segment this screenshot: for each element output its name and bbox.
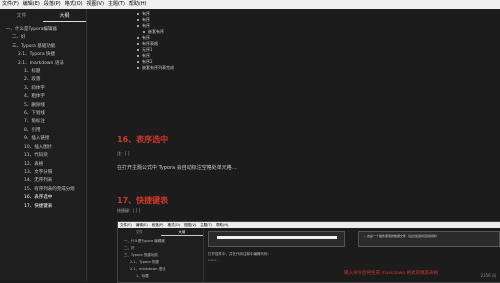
ordered-list: 有序 有序 有序 嵌套有序 有序 有序表格 无序1 有序 有序2 嵌套有序列表完成: [87, 9, 500, 71]
section-16-paragraph: 在打开主题公式中 Typora 会自动标注空格处单元格…: [117, 165, 237, 171]
embedded-outline-item: 1、标题: [136, 274, 149, 278]
outline-item[interactable]: 1、标题: [0, 68, 86, 76]
bullet-icon: [137, 49, 139, 51]
bullet-icon: [143, 31, 145, 33]
embedded-info-text: — 这是一个插件使用的数据文件（后台加载时自动替换）: [363, 234, 439, 238]
outline-item[interactable]: 16、表序选中: [0, 194, 86, 202]
section-17-note: 快捷键：| [ ]: [117, 208, 141, 213]
outline-item[interactable]: 三、Typora 基础功能: [0, 43, 86, 51]
embedded-text-line: 打开插件中，并在代码注释中编辑代码：: [208, 252, 271, 256]
outline-item[interactable]: 9、插入链接: [0, 135, 86, 143]
embedded-screenshot: 文件(F) 编辑(E) 段落(P) 格式(O) 视图(V) 主题(T) 帮助(H) 文件 大…: [117, 221, 500, 283]
tab-files[interactable]: 文件: [0, 10, 43, 22]
embedded-main: — 这是一个插件使用的数据文件（后台加载时自动替换） 打开插件中，并在代码注释中…: [204, 228, 500, 282]
embedded-tab-outline: 大纲: [160, 228, 203, 236]
list-item-text: 有序表格: [142, 41, 158, 46]
section-17-heading: 17、快捷键表: [117, 196, 169, 205]
list-item-text: 无序1: [142, 47, 153, 52]
editor-main[interactable]: 有序 有序 有序 嵌套有序 有序 有序表格 无序1 有序 有序2 嵌套有序列表完成 16、表序选中…: [87, 9, 500, 283]
list-item: 嵌套有序列表完成: [137, 65, 500, 71]
outline-item[interactable]: 4、粗体字: [0, 93, 86, 101]
bullet-icon: [137, 61, 139, 63]
embedded-outline: 一、什么是Typora 编辑器 二、好三、Typora 快捷功能 2.1、Typor…: [118, 236, 203, 280]
outline-item[interactable]: 11、代码块: [0, 152, 86, 160]
bullet-icon: [137, 55, 139, 57]
embedded-red-caption: 输入命令后将生成 markdown 格式的精美表格: [344, 271, 439, 276]
bullet-icon: [137, 67, 139, 69]
menu-help[interactable]: 帮助(H): [127, 0, 149, 9]
menu-bar: 文件(F) 编辑(E) 段落(P) 格式(O) 视图(V) 主题(T) 帮助(H…: [0, 0, 500, 9]
sidebar-tabs: 文件 大纲: [0, 10, 86, 22]
list-item-text: 有序: [142, 23, 150, 28]
outline-item[interactable]: 2、段落: [0, 76, 86, 84]
embedded-code-line: sumo …: [208, 258, 221, 262]
outline-item[interactable]: 7、角标注: [0, 118, 86, 126]
embedded-sidebar: 文件 大纲 一、什么是Typora 编辑器 二、好三、Typora 快捷功能 2.1…: [118, 228, 204, 282]
menu-view[interactable]: 视图(V): [85, 0, 106, 9]
list-item-text: 有序2: [142, 59, 153, 64]
list-item-text: 嵌套有序: [148, 29, 164, 34]
bullet-icon: [137, 25, 139, 27]
section-16-heading: 16、表序选中: [117, 135, 169, 144]
outline-item[interactable]: 二、好: [0, 34, 86, 42]
outline-item[interactable]: 8、引用: [0, 127, 86, 135]
embedded-outline-item: 2.1、markdown 语法: [130, 267, 166, 271]
outline-item[interactable]: 5、删除线: [0, 102, 86, 110]
list-item-text: 嵌套有序列表完成: [142, 65, 174, 70]
menu-format[interactable]: 格式(O): [63, 0, 85, 9]
outline-item[interactable]: 10、插入图片: [0, 144, 86, 152]
list-item-text: 有序: [142, 11, 150, 16]
embedded-outline-item: 三、Typora 快捷功能: [124, 253, 158, 257]
outline-item[interactable]: 14、无序列表: [0, 177, 86, 185]
embedded-outline-item: 二、好: [124, 246, 135, 250]
list-item-text: 有序: [142, 35, 150, 40]
outline-item[interactable]: 3、斜体字: [0, 85, 86, 93]
menu-paragraph[interactable]: 段落(P): [42, 0, 63, 9]
bullet-icon: [137, 19, 139, 21]
menu-edit[interactable]: 编辑(E): [21, 0, 42, 9]
outline-item[interactable]: 一、什么是Typora编辑器: [0, 26, 86, 34]
outline-item[interactable]: 13、文字分隔: [0, 169, 86, 177]
embedded-outline-item: 一、什么是Typora 编辑器: [124, 239, 165, 243]
embedded-outline-item: 2.1、Typora 快捷: [130, 260, 159, 264]
outline-item[interactable]: 15、有序列表的完成分组: [0, 186, 86, 194]
outline-item[interactable]: 2.1、markdown 语法: [0, 60, 86, 68]
word-count[interactable]: 2356 词: [481, 273, 496, 279]
menu-theme[interactable]: 主题(T): [106, 0, 127, 9]
embedded-tab-files: 文件: [135, 230, 143, 234]
bullet-icon: [137, 37, 139, 39]
sidebar: 文件 大纲 一、什么是Typora编辑器 二、好 三、Typora 基础功能 2.1、…: [0, 9, 87, 281]
outline-item[interactable]: 12、表格: [0, 161, 86, 169]
outline-item[interactable]: 6、下划线: [0, 110, 86, 118]
outline-item[interactable]: 17、快捷键表: [0, 203, 86, 211]
outline-list: 一、什么是Typora编辑器 二、好 三、Typora 基础功能 2.1、Typora…: [0, 22, 86, 211]
menu-file[interactable]: 文件(F): [0, 0, 21, 9]
list-item-text: 有序: [142, 53, 150, 58]
bullet-icon: [137, 13, 139, 15]
embedded-info-box: — 这是一个插件使用的数据文件（后台加载时自动替换）: [358, 231, 500, 247]
list-item-text: 有序: [142, 17, 150, 22]
section-16-note: 注：[ ]: [117, 151, 130, 156]
bullet-icon: [137, 43, 139, 45]
tab-outline[interactable]: 大纲: [43, 10, 86, 22]
embedded-search-box: [208, 231, 345, 247]
outline-item[interactable]: 2.1、Typora 快捷: [0, 51, 86, 59]
